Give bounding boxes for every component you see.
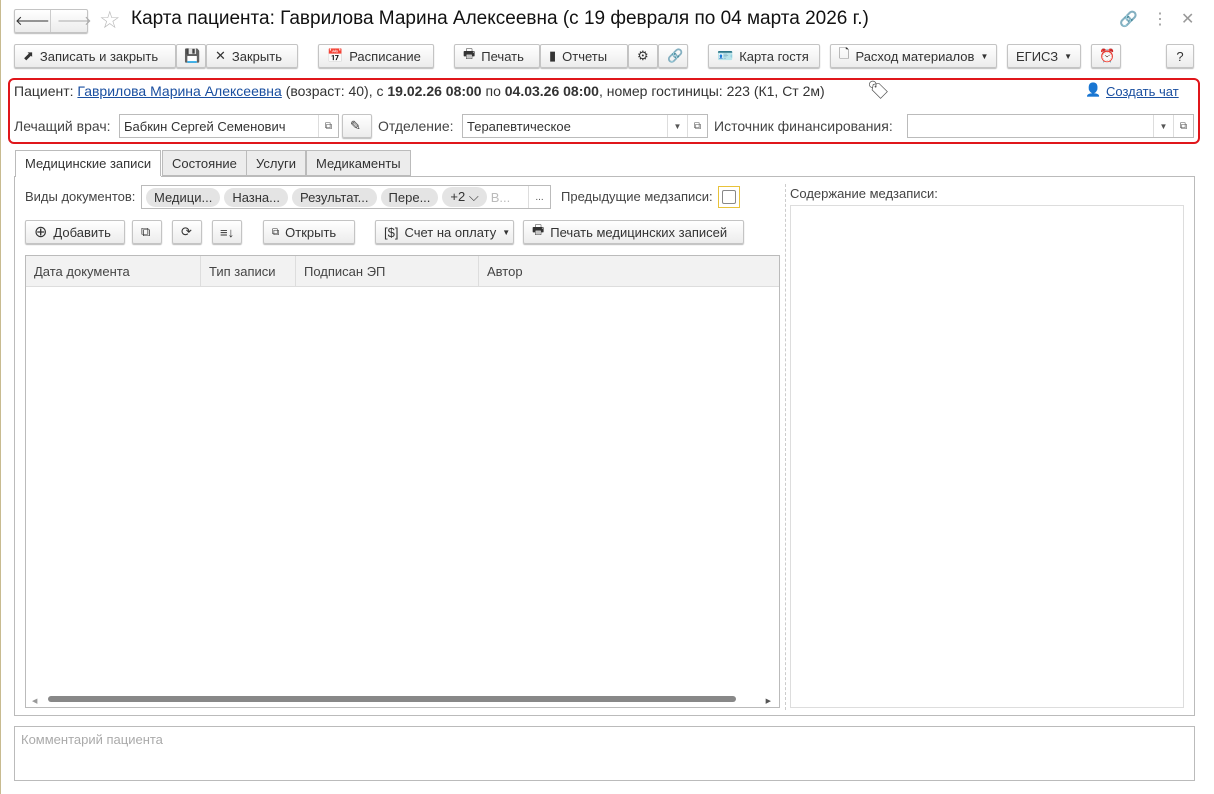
chain-link-icon: 🔗 [667, 48, 684, 63]
card-icon: 🪪 [717, 48, 734, 63]
copy-button[interactable]: ⧉ [132, 220, 162, 244]
document-add-icon: 🗋 [839, 46, 850, 61]
financing-select[interactable]: ▼ ⧉ [907, 114, 1194, 138]
refresh-button[interactable]: ⟳ [172, 220, 202, 244]
link-button[interactable]: 🔗 [658, 44, 688, 68]
reports-button[interactable]: ▮ Отчеты [540, 44, 628, 68]
doc-type-chip[interactable]: Пере... [380, 187, 439, 207]
scroll-right-icon[interactable]: ▶ [766, 697, 771, 705]
floppy-icon: 💾 [184, 48, 201, 63]
save-close-button[interactable]: ⬈ Записать и закрыть [14, 44, 176, 68]
patient-name-link[interactable]: Гаврилова Марина Алексеевна [77, 83, 281, 99]
printer-icon: 🖶 [463, 46, 476, 61]
table-header: Дата документа Тип записи Подписан ЭП Ав… [26, 256, 779, 287]
window-title: Карта пациента: Гаврилова Марина Алексее… [131, 8, 869, 29]
add-button[interactable]: ⊕ Добавить [25, 220, 125, 244]
forward-arrow-icon[interactable]: 🡒 [57, 13, 92, 29]
column-type[interactable]: Тип записи [201, 256, 296, 286]
doc-type-faded: В... [490, 189, 511, 205]
save-close-icon: ⬈ [23, 48, 34, 63]
close-icon[interactable]: ✕ [1181, 9, 1194, 29]
sort-icon: ≡↓ [220, 224, 235, 240]
tab-join [16, 176, 161, 178]
record-content-area[interactable] [790, 205, 1184, 708]
column-signed[interactable]: Подписан ЭП [296, 256, 479, 286]
dropdown-arrow-icon[interactable]: ▼ [1153, 115, 1173, 137]
guest-card-button[interactable]: 🪪 Карта гостя [708, 44, 820, 68]
invoice-button[interactable]: [$] Счет на оплату ▼ [375, 220, 514, 244]
open-icon: ⧉ [272, 226, 280, 238]
tab-services[interactable]: Услуги [246, 150, 306, 176]
horizontal-scrollbar[interactable] [48, 696, 736, 702]
create-chat-link[interactable]: Создать чат [1106, 84, 1179, 99]
chat-user-icon: 👤 [1085, 82, 1102, 97]
doc-type-chip[interactable]: Назна... [224, 187, 288, 207]
save-button[interactable]: 💾 [176, 44, 206, 68]
print-button[interactable]: 🖶 Печать [454, 44, 540, 68]
calendar-icon: 📅 [327, 48, 344, 63]
back-arrow-icon[interactable]: 🡐 [15, 10, 51, 32]
sort-button[interactable]: ≡↓ [212, 220, 242, 244]
more-chips-count: +2 [450, 189, 466, 204]
scroll-left-icon[interactable]: ◀ [32, 697, 37, 705]
prev-records-checkbox[interactable] [718, 186, 740, 208]
open-icon[interactable]: ⧉ [1173, 115, 1193, 137]
dropdown-arrow-icon: ▼ [980, 51, 989, 61]
splitter[interactable] [785, 184, 786, 710]
column-date[interactable]: Дата документа [26, 256, 201, 286]
patient-info: Пациент: Гаврилова Марина Алексеевна (во… [14, 83, 825, 99]
more-icon[interactable]: ⋮ [1152, 9, 1168, 29]
gears-icon: ⚙ [637, 48, 649, 63]
alarm-clock-icon: ⏰ [1099, 48, 1116, 63]
open-icon[interactable]: ⧉ [318, 115, 338, 137]
tab-condition[interactable]: Состояние [162, 150, 247, 176]
link-icon[interactable]: 🔗 [1119, 10, 1138, 28]
refresh-icon: ⟳ [181, 224, 192, 239]
doc-type-chip[interactable]: Медици... [146, 187, 221, 207]
tab-medical-records[interactable]: Медицинские записи [15, 150, 162, 177]
column-author[interactable]: Автор [479, 256, 779, 286]
help-button[interactable]: ? [1166, 44, 1194, 68]
copy-icon: ⧉ [141, 224, 151, 239]
select-more-button[interactable]: ... [528, 186, 550, 208]
department-label: Отделение: [378, 118, 454, 134]
settings-button[interactable]: ⚙ [628, 44, 658, 68]
doc-types-filter[interactable]: Медици... Назна... Результат... Пере... … [141, 185, 551, 209]
edit-doctor-button[interactable]: ✎ [342, 114, 372, 138]
egisz-button[interactable]: ЕГИСЗ ▼ [1007, 44, 1081, 68]
invoice-icon: [$] [384, 224, 399, 240]
open-icon[interactable]: ⧉ [687, 115, 707, 137]
doc-types-label: Виды документов: [25, 189, 136, 204]
reminder-button[interactable]: ⏰ [1091, 44, 1121, 68]
tag-icon[interactable]: 🏷 [867, 80, 890, 101]
financing-label: Источник финансирования: [714, 118, 893, 134]
dropdown-arrow-icon: ▼ [1064, 51, 1073, 61]
doc-type-chip[interactable]: Результат... [292, 187, 377, 207]
materials-button[interactable]: 🗋 Расход материалов ▼ [830, 44, 997, 68]
doctor-label: Лечащий врач: [14, 118, 111, 134]
department-select[interactable]: Терапевтическое ▼ ⧉ [462, 114, 708, 138]
pencil-icon: ✎ [350, 118, 361, 133]
dropdown-arrow-icon[interactable]: ▼ [667, 115, 687, 137]
open-button[interactable]: ⧉ Открыть [263, 220, 355, 244]
more-chips[interactable]: +2 ⌵ [442, 187, 487, 207]
favorite-star-icon[interactable]: ☆ [99, 6, 121, 35]
plus-circle-icon: ⊕ [34, 224, 48, 241]
nav-buttons: 🡐 🡒 [14, 9, 92, 33]
prev-records-label: Предыдущие медзаписи: [561, 189, 713, 204]
tab-medications[interactable]: Медикаменты [306, 150, 411, 176]
schedule-button[interactable]: 📅 Расписание [318, 44, 434, 68]
bar-chart-icon: ▮ [549, 48, 557, 63]
x-icon: ✕ [215, 48, 226, 63]
dropdown-arrow-icon: ▼ [502, 227, 511, 237]
doctor-field[interactable]: Бабкин Сергей Семенович ⧉ [119, 114, 339, 138]
content-label: Содержание медзаписи: [790, 186, 938, 201]
patient-comment-input[interactable]: Комментарий пациента [14, 726, 1195, 781]
close-button[interactable]: ✕ Закрыть [206, 44, 298, 68]
records-table[interactable]: Дата документа Тип записи Подписан ЭП Ав… [25, 255, 780, 708]
printer-icon: 🖶 [532, 222, 545, 237]
print-records-button[interactable]: 🖶 Печать медицинских записей [523, 220, 744, 244]
